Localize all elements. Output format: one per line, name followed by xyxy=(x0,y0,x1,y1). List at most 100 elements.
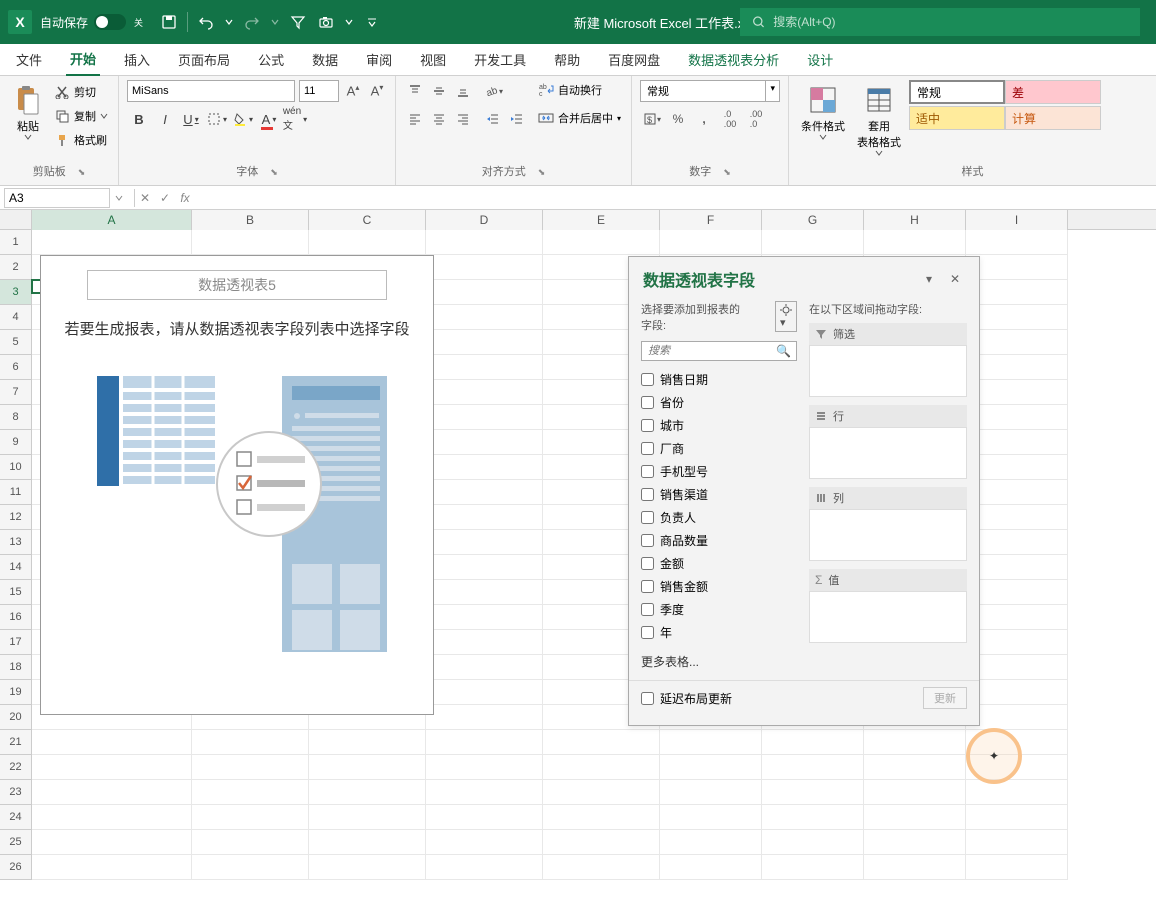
rows-zone[interactable]: 行 xyxy=(809,405,967,479)
field-checkbox[interactable] xyxy=(641,442,654,455)
filter-icon[interactable] xyxy=(288,12,308,32)
tab-review[interactable]: 审阅 xyxy=(362,44,396,75)
field-checkbox[interactable] xyxy=(641,557,654,570)
field-item[interactable]: 手机型号 xyxy=(641,463,797,480)
row-header-15[interactable]: 15 xyxy=(0,580,32,605)
font-color-button[interactable]: A▾ xyxy=(257,108,281,130)
align-bottom-button[interactable] xyxy=(452,80,474,102)
pivot-fields-pane[interactable]: 数据透视表字段 ▾ ✕ 选择要添加到报表的字段: ▾ 🔍 销售日期省份城市厂商手… xyxy=(628,256,980,726)
cell-style-bad[interactable]: 差 xyxy=(1005,80,1101,104)
field-item[interactable]: 省份 xyxy=(641,394,797,411)
tab-insert[interactable]: 插入 xyxy=(120,44,154,75)
row-header-13[interactable]: 13 xyxy=(0,530,32,555)
update-button[interactable]: 更新 xyxy=(923,687,967,709)
field-checkbox[interactable] xyxy=(641,373,654,386)
increase-decimal-button[interactable]: .0.00 xyxy=(718,108,742,130)
field-item[interactable]: 厂商 xyxy=(641,440,797,457)
number-dialog-launcher-icon[interactable]: ⬊ xyxy=(723,167,731,177)
redo-dropdown-icon[interactable] xyxy=(270,12,280,32)
row-header-16[interactable]: 16 xyxy=(0,605,32,630)
field-checkbox[interactable] xyxy=(641,626,654,639)
row-header-2[interactable]: 2 xyxy=(0,255,32,280)
italic-button[interactable]: I xyxy=(153,108,177,130)
field-item[interactable]: 负责人 xyxy=(641,509,797,526)
field-checkbox[interactable] xyxy=(641,488,654,501)
paste-button[interactable]: 粘贴 xyxy=(8,80,48,144)
field-item[interactable]: 销售金额 xyxy=(641,578,797,595)
row-header-23[interactable]: 23 xyxy=(0,780,32,805)
row-header-12[interactable]: 12 xyxy=(0,505,32,530)
camera-icon[interactable] xyxy=(316,12,336,32)
increase-font-button[interactable]: A▴ xyxy=(343,81,363,101)
search-box[interactable] xyxy=(740,8,1140,36)
increase-indent-button[interactable] xyxy=(506,108,528,130)
search-input[interactable] xyxy=(773,15,1128,29)
tab-file[interactable]: 文件 xyxy=(12,44,46,75)
field-checkbox[interactable] xyxy=(641,580,654,593)
format-painter-button[interactable]: 格式刷 xyxy=(52,130,110,150)
autosave-toggle[interactable]: 自动保存 关 xyxy=(40,14,143,31)
undo-icon[interactable] xyxy=(196,12,216,32)
row-header-14[interactable]: 14 xyxy=(0,555,32,580)
col-header-F[interactable]: F xyxy=(660,210,762,230)
percent-button[interactable]: % xyxy=(666,108,690,130)
field-search[interactable]: 🔍 xyxy=(641,341,797,361)
fill-color-button[interactable]: ▾ xyxy=(231,108,255,130)
col-header-A[interactable]: A xyxy=(32,210,192,230)
formula-input[interactable] xyxy=(195,188,1156,208)
decrease-font-button[interactable]: A▾ xyxy=(367,81,387,101)
row-header-24[interactable]: 24 xyxy=(0,805,32,830)
conditional-format-button[interactable]: 条件格式 xyxy=(797,80,849,144)
field-checkbox[interactable] xyxy=(641,534,654,547)
fields-tools-button[interactable]: ▾ xyxy=(775,301,797,332)
clipboard-dialog-launcher-icon[interactable]: ⬊ xyxy=(78,167,86,177)
columns-zone[interactable]: 列 xyxy=(809,487,967,561)
field-checkbox[interactable] xyxy=(641,419,654,432)
row-header-17[interactable]: 17 xyxy=(0,630,32,655)
fx-button[interactable]: fx xyxy=(175,188,195,208)
align-left-button[interactable] xyxy=(404,108,426,130)
tab-devtools[interactable]: 开发工具 xyxy=(470,44,530,75)
underline-button[interactable]: U▾ xyxy=(179,108,203,130)
tab-formulas[interactable]: 公式 xyxy=(254,44,288,75)
tab-pivot-analyze[interactable]: 数据透视表分析 xyxy=(684,44,783,75)
col-header-E[interactable]: E xyxy=(543,210,660,230)
row-header-21[interactable]: 21 xyxy=(0,730,32,755)
row-header-6[interactable]: 6 xyxy=(0,355,32,380)
row-header-11[interactable]: 11 xyxy=(0,480,32,505)
tab-data[interactable]: 数据 xyxy=(308,44,342,75)
align-top-button[interactable] xyxy=(404,80,426,102)
row-header-18[interactable]: 18 xyxy=(0,655,32,680)
col-header-I[interactable]: I xyxy=(966,210,1068,230)
field-item[interactable]: 季度 xyxy=(641,601,797,618)
accounting-format-button[interactable]: $▾ xyxy=(640,108,664,130)
cancel-formula-icon[interactable]: ✕ xyxy=(135,188,155,208)
cell-style-calc[interactable]: 计算 xyxy=(1005,106,1101,130)
phonetic-button[interactable]: wén文▾ xyxy=(283,108,307,130)
field-item[interactable]: 销售渠道 xyxy=(641,486,797,503)
row-header-4[interactable]: 4 xyxy=(0,305,32,330)
undo-dropdown-icon[interactable] xyxy=(224,12,234,32)
enter-formula-icon[interactable]: ✓ xyxy=(155,188,175,208)
field-checkbox[interactable] xyxy=(641,603,654,616)
cell-style-normal[interactable]: 常规 xyxy=(909,80,1005,104)
row-header-19[interactable]: 19 xyxy=(0,680,32,705)
row-header-7[interactable]: 7 xyxy=(0,380,32,405)
format-as-table-button[interactable]: 套用 表格格式 xyxy=(853,80,905,160)
tab-baidu[interactable]: 百度网盘 xyxy=(604,44,664,75)
row-header-1[interactable]: 1 xyxy=(0,230,32,255)
font-name-select[interactable] xyxy=(127,80,295,102)
align-dialog-launcher-icon[interactable]: ⬊ xyxy=(538,167,546,177)
align-center-button[interactable] xyxy=(428,108,450,130)
fields-pane-dropdown-icon[interactable]: ▾ xyxy=(919,269,939,289)
row-header-26[interactable]: 26 xyxy=(0,855,32,880)
field-item[interactable]: 销售日期 xyxy=(641,371,797,388)
col-header-D[interactable]: D xyxy=(426,210,543,230)
align-right-button[interactable] xyxy=(452,108,474,130)
field-item[interactable]: 商品数量 xyxy=(641,532,797,549)
row-header-5[interactable]: 5 xyxy=(0,330,32,355)
tab-home[interactable]: 开始 xyxy=(66,43,100,76)
cut-button[interactable]: 剪切 xyxy=(52,82,110,102)
tab-help[interactable]: 帮助 xyxy=(550,44,584,75)
bold-button[interactable]: B xyxy=(127,108,151,130)
